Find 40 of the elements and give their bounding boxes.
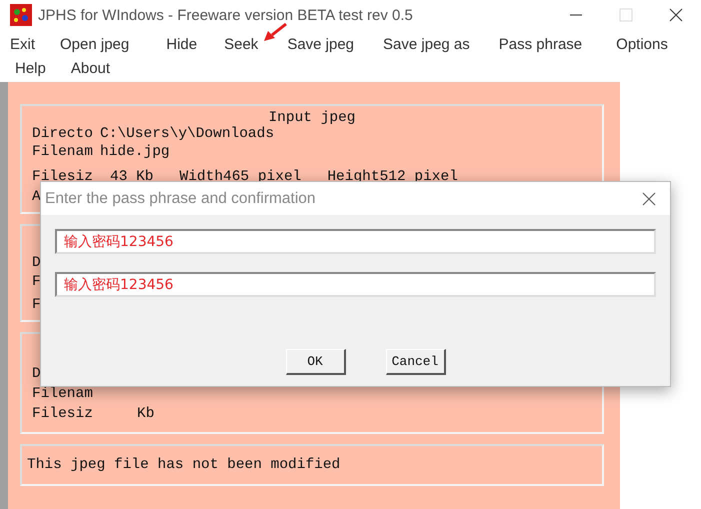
group-heading: Input jpeg — [267, 110, 356, 126]
field-label: A — [32, 188, 41, 205]
close-icon[interactable] — [669, 8, 683, 22]
height-value: 512 pixel — [380, 169, 458, 186]
field-label: Filesiz — [32, 406, 94, 422]
field-label: F — [32, 296, 41, 313]
field-label: Directo — [32, 126, 94, 142]
dialog-button[interactable]: Cancel — [386, 349, 446, 375]
field-label: Filenam — [32, 144, 94, 160]
menu-item[interactable]: Pass phrase — [498, 36, 582, 52]
dialog-button[interactable]: OK — [286, 349, 346, 375]
field-label: Width — [180, 169, 224, 186]
menu-item[interactable]: Seek — [224, 36, 258, 52]
dialog-title: Enter the pass phrase and confirmation — [45, 190, 317, 208]
menu-item[interactable]: Save jpeg as — [383, 36, 470, 52]
menu-item[interactable]: Exit — [10, 36, 36, 52]
status-message: This jpeg file has not been modified — [27, 457, 342, 473]
close-icon[interactable] — [642, 192, 656, 206]
field-label: Filenam — [32, 386, 94, 402]
pass-phrase-field[interactable]: 输入密码123456 — [55, 229, 656, 254]
filename-value: hide.jpg — [100, 144, 170, 160]
menu-item[interactable]: Options — [616, 36, 668, 52]
field-label: Filesiz — [32, 169, 94, 186]
field-label: D — [32, 366, 42, 382]
menu-item[interactable]: About — [70, 60, 110, 76]
window-title: JPHS for WIndows - Freeware version BETA test rev 0.5 — [38, 6, 414, 24]
menu-item[interactable]: Save jpeg — [287, 36, 354, 52]
field-label: D — [32, 254, 41, 271]
width-value: 465 pixel — [223, 169, 302, 186]
filesize-value: Kb — [137, 406, 154, 422]
annotation-arrow — [262, 22, 288, 42]
field-label: Height — [327, 169, 380, 186]
app-icon — [10, 4, 32, 26]
menu-item[interactable]: Open jpeg — [60, 36, 130, 52]
menu-item[interactable]: Help — [15, 60, 46, 76]
field-label: F — [32, 274, 41, 290]
filesize-value: 43 Kb — [110, 169, 154, 186]
menu-item[interactable]: Hide — [166, 36, 198, 52]
pass-phrase-field[interactable]: 输入密码123456 — [55, 272, 656, 297]
directory-value: C:\Users\y\Downloads — [100, 126, 274, 142]
